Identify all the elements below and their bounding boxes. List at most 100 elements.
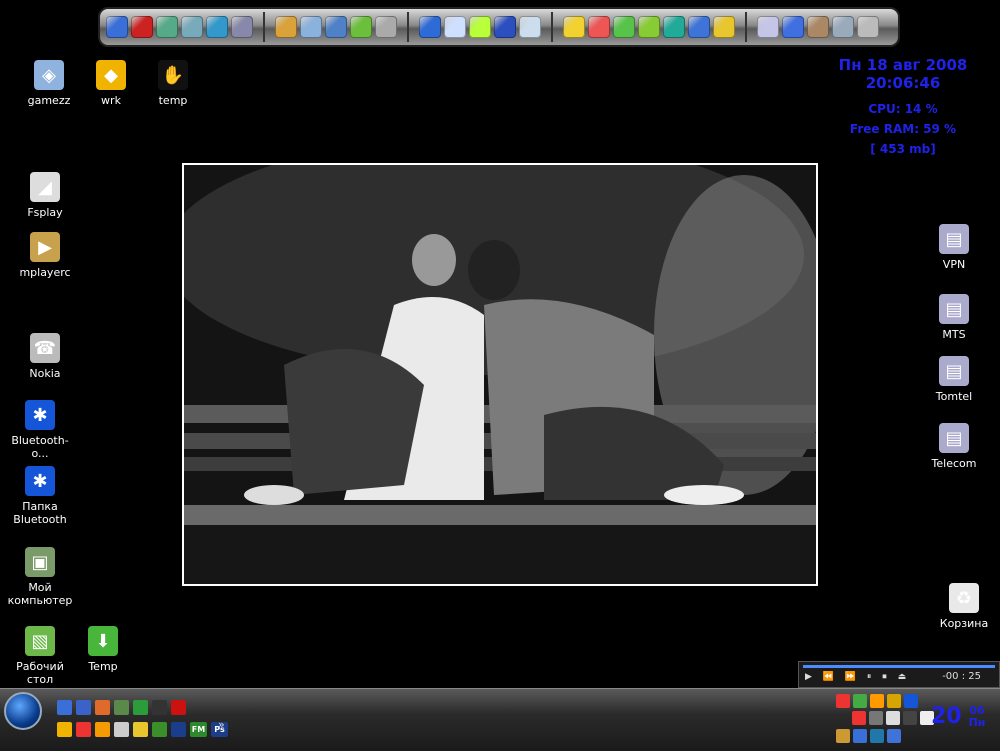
quicklaunch-icon-top-0[interactable] bbox=[57, 700, 72, 715]
tray-icon-bottom-1[interactable] bbox=[853, 729, 867, 743]
quicklaunch-icon-bottom-6[interactable] bbox=[171, 722, 186, 737]
dock-app-icon-1-1[interactable] bbox=[300, 16, 322, 38]
quicklaunch-icon-bottom-0[interactable] bbox=[57, 722, 72, 737]
dock-app-icon-0-5[interactable] bbox=[231, 16, 253, 38]
taskbar-clock[interactable]: 20 06 Пн bbox=[931, 705, 985, 729]
player-seek-bar[interactable] bbox=[803, 665, 995, 668]
quicklaunch-icon-top-3[interactable] bbox=[114, 700, 129, 715]
desktop-icon-label: wrk bbox=[101, 94, 121, 107]
desktop-icon-temp-shortcut[interactable]: ⬇ Temp bbox=[68, 626, 138, 673]
quicklaunch-icon-top-5[interactable] bbox=[152, 700, 167, 715]
dock-app-icon-0-2[interactable] bbox=[156, 16, 178, 38]
top-dock bbox=[98, 7, 900, 47]
desktop-icon-fsplay[interactable]: ◢ Fsplay bbox=[10, 172, 80, 219]
nokia-icon: ☎ bbox=[30, 333, 60, 363]
dock-separator bbox=[263, 12, 265, 42]
dock-app-icon-3-6[interactable] bbox=[713, 16, 735, 38]
dock-app-icon-0-0[interactable] bbox=[106, 16, 128, 38]
dock-app-icon-2-3[interactable] bbox=[494, 16, 516, 38]
tray-icon-middle-2[interactable] bbox=[886, 711, 900, 725]
dock-app-icon-2-2[interactable] bbox=[469, 16, 491, 38]
dock-app-icon-1-0[interactable] bbox=[275, 16, 297, 38]
desktop-icon-temp[interactable]: ✋ temp bbox=[138, 60, 208, 107]
dock-app-icon-4-4[interactable] bbox=[857, 16, 879, 38]
desktop-icon-telecom[interactable]: ▤ Telecom bbox=[919, 423, 989, 470]
tray-icon-bottom-0[interactable] bbox=[836, 729, 850, 743]
dock-app-icon-0-3[interactable] bbox=[181, 16, 203, 38]
quicklaunch-icon-top-4[interactable] bbox=[133, 700, 148, 715]
quicklaunch-icon-bottom-1[interactable] bbox=[76, 722, 91, 737]
player-time: -00 : 25 bbox=[942, 671, 981, 682]
dock-app-icon-4-0[interactable] bbox=[757, 16, 779, 38]
dock-app-icon-2-1[interactable] bbox=[444, 16, 466, 38]
tray-icon-top-3[interactable] bbox=[887, 694, 901, 708]
dock-app-icon-4-2[interactable] bbox=[807, 16, 829, 38]
dock-app-icon-2-0[interactable] bbox=[419, 16, 441, 38]
tray-icon-bottom-3[interactable] bbox=[887, 729, 901, 743]
temp-shortcut-icon: ⬇ bbox=[88, 626, 118, 656]
desktop-icon-tomtel[interactable]: ▤ Tomtel bbox=[919, 356, 989, 403]
dock-app-icon-3-3[interactable] bbox=[638, 16, 660, 38]
quicklaunch-more-button[interactable]: » bbox=[218, 718, 225, 731]
desktop-icon-label: Tomtel bbox=[935, 390, 973, 403]
start-button[interactable] bbox=[4, 692, 42, 730]
tray-icon-middle-0[interactable] bbox=[852, 711, 866, 725]
dock-app-icon-3-4[interactable] bbox=[663, 16, 685, 38]
temp-icon: ✋ bbox=[158, 60, 188, 90]
dock-app-icon-1-2[interactable] bbox=[325, 16, 347, 38]
dock-app-icon-1-4[interactable] bbox=[375, 16, 397, 38]
quicklaunch-icon-bottom-3[interactable] bbox=[114, 722, 129, 737]
wallpaper-photo bbox=[182, 163, 818, 586]
desktop-icon-bluetooth-folder[interactable]: ✱ Папка Bluetooth bbox=[5, 466, 75, 526]
widget-cpu: CPU: 14 % bbox=[868, 102, 938, 116]
gamezz-icon: ◈ bbox=[34, 60, 64, 90]
desktop-icon-my-computer[interactable]: ▣ Мой компьютер bbox=[5, 547, 75, 607]
widget-ram-mb: [ 453 mb] bbox=[870, 142, 936, 156]
dock-app-icon-3-2[interactable] bbox=[613, 16, 635, 38]
desktop-icon-recycle-bin[interactable]: ♻ Корзина bbox=[929, 583, 999, 630]
dock-app-icon-4-1[interactable] bbox=[782, 16, 804, 38]
tray-icon-top-2[interactable] bbox=[870, 694, 884, 708]
desktop-icon-vpn[interactable]: ▤ VPN bbox=[919, 224, 989, 271]
desktop-icon-bluetooth[interactable]: ✱ Bluetooth-o... bbox=[5, 400, 75, 460]
quicklaunch-icon-bottom-2[interactable] bbox=[95, 722, 110, 737]
dock-app-icon-0-1[interactable] bbox=[131, 16, 153, 38]
tray-icon-top-4[interactable] bbox=[904, 694, 918, 708]
dock-app-icon-3-5[interactable] bbox=[688, 16, 710, 38]
mplayerc-icon: ▶ bbox=[30, 232, 60, 262]
tray-icon-middle-1[interactable] bbox=[869, 711, 883, 725]
desktop-icon-label: gamezz bbox=[27, 94, 71, 107]
dock-app-icon-2-4[interactable] bbox=[519, 16, 541, 38]
tray-row-top bbox=[836, 694, 918, 708]
desktop-icon-label: VPN bbox=[942, 258, 966, 271]
desktop-icon-mts[interactable]: ▤ MTS bbox=[919, 294, 989, 341]
tray-icon-top-0[interactable] bbox=[836, 694, 850, 708]
quicklaunch-icon-bottom-5[interactable] bbox=[152, 722, 167, 737]
desktop-icon-desktop[interactable]: ▧ Рабочий стол bbox=[5, 626, 75, 686]
desktop-icon-label: Мой компьютер bbox=[7, 581, 73, 607]
dock-app-icon-3-0[interactable] bbox=[563, 16, 585, 38]
desktop-icon-gamezz[interactable]: ◈ gamezz bbox=[14, 60, 84, 107]
desktop-icon-nokia[interactable]: ☎ Nokia bbox=[10, 333, 80, 380]
dock-app-icon-3-1[interactable] bbox=[588, 16, 610, 38]
dock-app-icon-1-3[interactable] bbox=[350, 16, 372, 38]
quicklaunch-fm-icon[interactable]: FM bbox=[190, 722, 207, 737]
telecom-icon: ▤ bbox=[939, 423, 969, 453]
quicklaunch-icon-bottom-4[interactable] bbox=[133, 722, 148, 737]
quicklaunch-row-bottom: FM Ps bbox=[57, 722, 228, 737]
player-controls[interactable]: ▶ ⏪ ⏩ ⏸ ⏹ ⏏ bbox=[805, 672, 910, 682]
quicklaunch-icon-top-1[interactable] bbox=[76, 700, 91, 715]
dock-app-icon-0-4[interactable] bbox=[206, 16, 228, 38]
dock-app-icon-4-3[interactable] bbox=[832, 16, 854, 38]
desktop-icon-mplayerc[interactable]: ▶ mplayerc bbox=[10, 232, 80, 279]
tomtel-icon: ▤ bbox=[939, 356, 969, 386]
tray-icon-bottom-2[interactable] bbox=[870, 729, 884, 743]
tray-icon-middle-3[interactable] bbox=[903, 711, 917, 725]
tray-icon-top-1[interactable] bbox=[853, 694, 867, 708]
bluetooth-folder-icon: ✱ bbox=[25, 466, 55, 496]
fsplay-icon: ◢ bbox=[30, 172, 60, 202]
quicklaunch-icon-top-2[interactable] bbox=[95, 700, 110, 715]
quicklaunch-icon-top-6[interactable] bbox=[171, 700, 186, 715]
clock-weekday: Пн bbox=[968, 716, 986, 729]
desktop-icon-wrk[interactable]: ◆ wrk bbox=[76, 60, 146, 107]
